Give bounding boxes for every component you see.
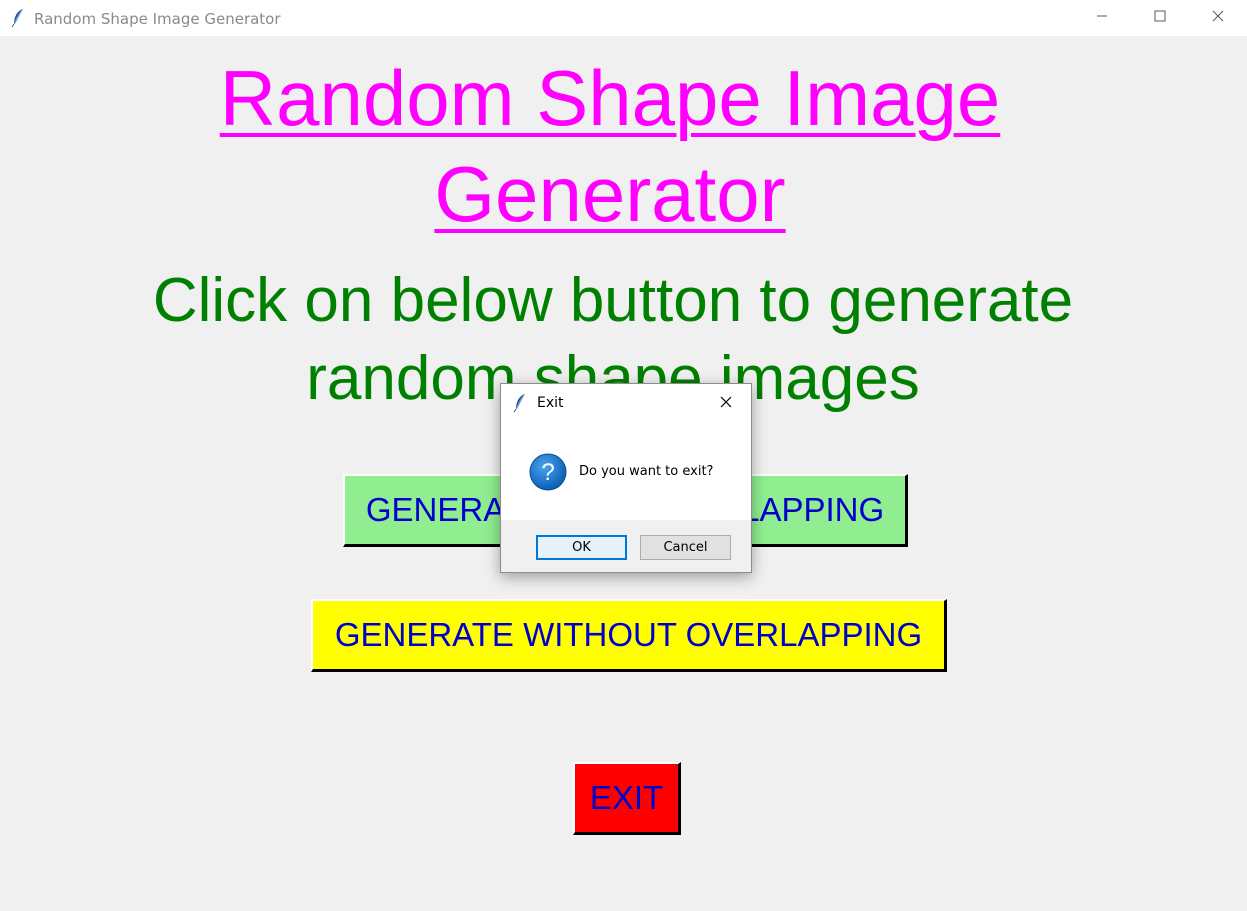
title-bar[interactable]: Random Shape Image Generator <box>0 0 1247 36</box>
dialog-title: Exit <box>537 395 564 411</box>
ok-button[interactable]: OK <box>536 535 627 560</box>
maximize-button[interactable] <box>1131 0 1189 36</box>
cancel-button[interactable]: Cancel <box>640 535 731 560</box>
dialog-footer: OK Cancel <box>501 520 751 572</box>
question-icon: ? <box>529 453 567 491</box>
minimize-button[interactable] <box>1073 0 1131 36</box>
close-icon <box>1212 9 1224 27</box>
dialog-title-bar[interactable]: Exit <box>501 384 751 422</box>
generate-without-overlapping-button[interactable]: GENERATE WITHOUT OVERLAPPING <box>311 599 947 672</box>
close-button[interactable] <box>1189 0 1247 36</box>
svg-text:?: ? <box>541 459 554 486</box>
feather-icon <box>513 393 527 413</box>
page-title-line-1: Random Shape Image <box>219 54 1001 142</box>
window-title: Random Shape Image Generator <box>34 10 281 28</box>
dialog-message: Do you want to exit? <box>579 464 714 479</box>
exit-button[interactable]: EXIT <box>573 762 681 835</box>
page-title: Random Shape Image Generator <box>0 50 1220 242</box>
dialog-close-button[interactable] <box>715 392 737 414</box>
feather-icon <box>11 8 25 28</box>
instruction-line-1: Click on below button to generate <box>152 266 1074 335</box>
app-window: Random Shape Image Generator Random Shap… <box>0 0 1247 911</box>
exit-dialog: Exit ? Do you want to exit? OK Cancel <box>500 383 752 573</box>
maximize-icon <box>1154 9 1166 27</box>
close-icon <box>719 394 733 413</box>
page-title-line-2: Generator <box>434 150 786 238</box>
minimize-icon <box>1096 9 1108 27</box>
